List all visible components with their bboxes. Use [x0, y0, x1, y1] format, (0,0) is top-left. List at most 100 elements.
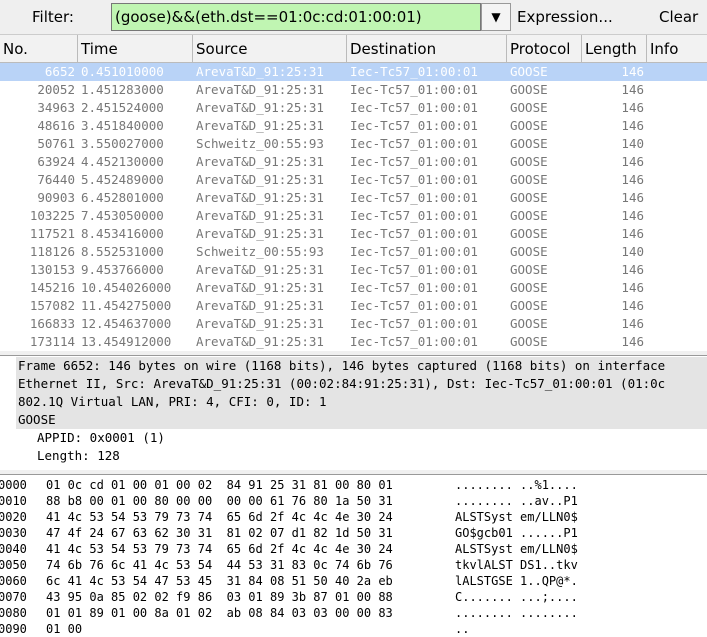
clear-button[interactable]: Clear	[659, 8, 698, 26]
hex-bytes[interactable]: 41 4c 53 54 53 79 73 74 65 6d 2f 4c 4c 4…	[46, 509, 393, 525]
column-info[interactable]: Info	[647, 35, 707, 63]
hex-offset: 0070	[0, 590, 27, 604]
packet-length: 146	[621, 190, 644, 205]
hex-ascii[interactable]: ALSTSyst em/LLN0$	[455, 541, 578, 557]
packet-protocol: GOOSE	[510, 208, 548, 223]
pane-splitter[interactable]	[0, 351, 707, 356]
packet-source: ArevaT&D_91:25:31	[196, 190, 324, 205]
packet-row[interactable]: 63924 4.452130000 ArevaT&D_91:25:31 Iec-Tc5…	[0, 153, 707, 171]
hex-bytes[interactable]: 01 00	[46, 621, 82, 637]
column-destination[interactable]: Destination	[347, 35, 507, 63]
hex-ascii[interactable]: ........ ..%1....	[455, 477, 578, 493]
packet-source: ArevaT&D_91:25:31	[196, 226, 324, 241]
detail-tree-item[interactable]: Length: 128	[0, 447, 707, 465]
packet-bytes-pane: 0000 01 0c cd 01 00 01 00 02 84 91 25 31 …	[0, 477, 707, 636]
packet-no: 63924	[37, 154, 75, 169]
packet-row[interactable]: 166833 12.454637000 ArevaT&D_91:25:31 Iec-T…	[0, 315, 707, 333]
hex-offset: 0040	[0, 542, 27, 556]
hex-bytes[interactable]: 47 4f 24 67 63 62 30 31 81 02 07 d1 82 1…	[46, 525, 393, 541]
detail-tree-item[interactable]: ▷Ethernet II, Src: ArevaT&D_91:25:31 (00…	[16, 375, 707, 393]
detail-tree-item[interactable]: APPID: 0x0001 (1)	[0, 429, 707, 447]
packet-row[interactable]: 48616 3.451840000 ArevaT&D_91:25:31 Iec-Tc5…	[0, 117, 707, 135]
detail-tree-item[interactable]: ▷Frame 6652: 146 bytes on wire (1168 bit…	[16, 357, 707, 375]
packet-time: 3.451840000	[81, 118, 164, 133]
hex-ascii[interactable]: C....... ...;....	[455, 589, 578, 605]
packet-row[interactable]: 130153 9.453766000 ArevaT&D_91:25:31 Iec-Tc…	[0, 261, 707, 279]
column-no[interactable]: No.	[0, 35, 78, 63]
column-length[interactable]: Length	[582, 35, 647, 63]
packet-time: 8.552531000	[81, 244, 164, 259]
packet-destination: Iec-Tc57_01:00:01	[350, 172, 478, 187]
column-source[interactable]: Source	[193, 35, 347, 63]
packet-source: ArevaT&D_91:25:31	[196, 172, 324, 187]
hex-row: 0050 74 6b 76 6c 41 4c 53 54 44 53 31 83 …	[0, 557, 707, 573]
detail-tree-item[interactable]: ▽GOOSE	[16, 411, 707, 429]
column-time[interactable]: Time	[78, 35, 193, 63]
hex-ascii[interactable]: ALSTSyst em/LLN0$	[455, 509, 578, 525]
packet-protocol: GOOSE	[510, 226, 548, 241]
packet-length: 146	[621, 334, 644, 349]
hex-offset: 0000	[0, 478, 27, 492]
packet-length: 146	[621, 316, 644, 331]
packet-row[interactable]: 20052 1.451283000 ArevaT&D_91:25:31 Iec-Tc5…	[0, 81, 707, 99]
hex-ascii[interactable]: lALSTGSE 1..QP@*.	[455, 573, 578, 589]
packet-row[interactable]: 157082 11.454275000 ArevaT&D_91:25:31 Iec-T…	[0, 297, 707, 315]
packet-protocol: GOOSE	[510, 334, 548, 349]
packet-time: 5.452489000	[81, 172, 164, 187]
packet-row[interactable]: 6652 0.451010000 ArevaT&D_91:25:31 Iec-Tc57…	[0, 63, 707, 81]
packet-row[interactable]: 118126 8.552531000 Schweitz_00:55:93 Iec-Tc…	[0, 243, 707, 261]
packet-source: ArevaT&D_91:25:31	[196, 262, 324, 277]
hex-row: 0040 41 4c 53 54 53 79 73 74 65 6d 2f 4c …	[0, 541, 707, 557]
packet-time: 3.550027000	[81, 136, 164, 151]
hex-offset: 0020	[0, 510, 27, 524]
hex-ascii[interactable]: ........ ........	[455, 605, 578, 621]
packet-length: 146	[621, 262, 644, 277]
hex-bytes[interactable]: 01 0c cd 01 00 01 00 02 84 91 25 31 81 0…	[46, 477, 393, 493]
hex-bytes[interactable]: 43 95 0a 85 02 02 f9 86 03 01 89 3b 87 0…	[46, 589, 393, 605]
packet-length: 146	[621, 208, 644, 223]
hex-row: 0080 01 01 89 01 00 8a 01 02 ab 08 84 03 …	[0, 605, 707, 621]
pane-splitter[interactable]	[0, 470, 707, 475]
packet-length: 140	[621, 136, 644, 151]
hex-row: 0030 47 4f 24 67 63 62 30 31 81 02 07 d1 …	[0, 525, 707, 541]
packet-protocol: GOOSE	[510, 154, 548, 169]
packet-protocol: GOOSE	[510, 262, 548, 277]
packet-time: 0.451010000	[81, 64, 164, 79]
filter-input[interactable]: (goose)&&(eth.dst==01:0c:cd:01:00:01)	[111, 3, 481, 31]
hex-offset: 0090	[0, 622, 27, 636]
packet-destination: Iec-Tc57_01:00:01	[350, 118, 478, 133]
packet-protocol: GOOSE	[510, 172, 548, 187]
packet-row[interactable]: 50761 3.550027000 Schweitz_00:55:93 Iec-Tc5…	[0, 135, 707, 153]
hex-ascii[interactable]: ..	[455, 621, 585, 637]
packet-time: 13.454912000	[81, 334, 172, 349]
detail-tree-item[interactable]: ▷802.1Q Virtual LAN, PRI: 4, CFI: 0, ID:…	[16, 393, 707, 411]
packet-row[interactable]: 117521 8.453416000 ArevaT&D_91:25:31 Iec-Tc…	[0, 225, 707, 243]
packet-protocol: GOOSE	[510, 100, 548, 115]
packet-row[interactable]: 90903 6.452801000 ArevaT&D_91:25:31 Iec-Tc5…	[0, 189, 707, 207]
hex-bytes[interactable]: 74 6b 76 6c 41 4c 53 54 44 53 31 83 0c 7…	[46, 557, 393, 573]
packet-row[interactable]: 76440 5.452489000 ArevaT&D_91:25:31 Iec-Tc5…	[0, 171, 707, 189]
packet-length: 146	[621, 172, 644, 187]
hex-ascii[interactable]: GO$gcb01 ......P1	[455, 525, 578, 541]
packet-length: 146	[621, 154, 644, 169]
packet-row[interactable]: 145216 10.454026000 ArevaT&D_91:25:31 Iec-T…	[0, 279, 707, 297]
hex-bytes[interactable]: 01 01 89 01 00 8a 01 02 ab 08 84 03 03 0…	[46, 605, 393, 621]
packet-destination: Iec-Tc57_01:00:01	[350, 82, 478, 97]
hex-offset: 0010	[0, 494, 27, 508]
packet-time: 11.454275000	[81, 298, 172, 313]
hex-bytes[interactable]: 41 4c 53 54 53 79 73 74 65 6d 2f 4c 4c 4…	[46, 541, 393, 557]
packet-row[interactable]: 103225 7.453050000 ArevaT&D_91:25:31 Iec-Tc…	[0, 207, 707, 225]
packet-no: 130153	[29, 262, 75, 277]
hex-ascii[interactable]: tkvlALST DS1..tkv	[455, 557, 578, 573]
packet-time: 7.453050000	[81, 208, 164, 223]
packet-row[interactable]: 34963 2.451524000 ArevaT&D_91:25:31 Iec-Tc5…	[0, 99, 707, 117]
packet-protocol: GOOSE	[510, 298, 548, 313]
expression-button[interactable]: Expression...	[517, 8, 613, 26]
packet-protocol: GOOSE	[510, 316, 548, 331]
hex-ascii[interactable]: ........ ..av..P1	[455, 493, 578, 509]
packet-row[interactable]: 173114 13.454912000 ArevaT&D_91:25:31 Iec-T…	[0, 333, 707, 351]
hex-bytes[interactable]: 6c 41 4c 53 54 47 53 45 31 84 08 51 50 4…	[46, 573, 393, 589]
column-protocol[interactable]: Protocol	[507, 35, 582, 63]
hex-bytes[interactable]: 88 b8 00 01 00 80 00 00 00 00 61 76 80 1…	[46, 493, 393, 509]
filter-dropdown-button[interactable]: ▼	[481, 3, 511, 31]
